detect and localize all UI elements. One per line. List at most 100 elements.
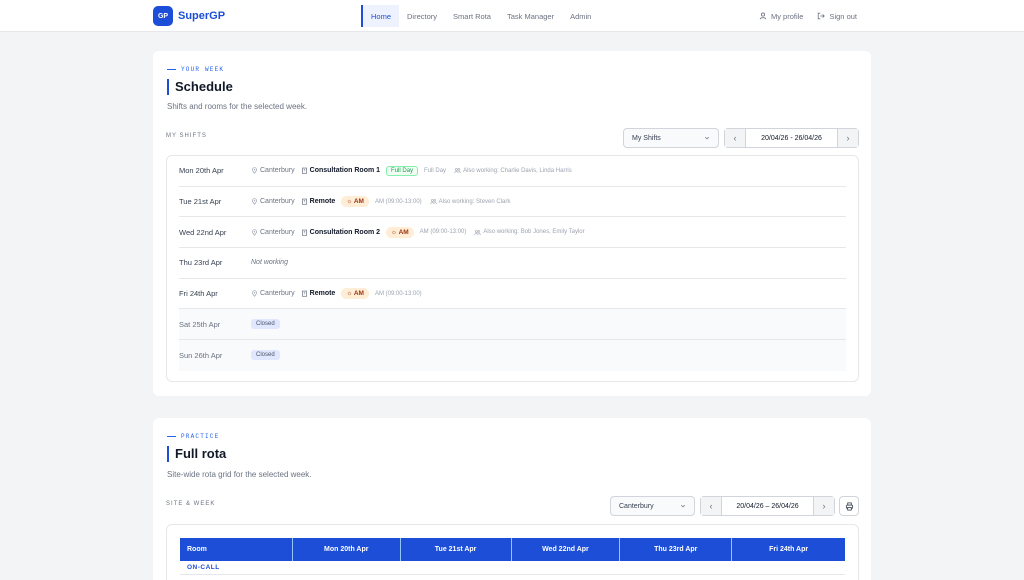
pin-icon — [252, 198, 257, 205]
shift-row: Sat 25th Apr Closed — [179, 309, 846, 341]
rota-header-room: Room — [180, 538, 293, 561]
shift-site: Canterbury — [251, 229, 295, 236]
shifts-list: Mon 20th Apr Canterbury Consultation Roo… — [166, 155, 859, 382]
shift-site-label: Canterbury — [260, 228, 295, 236]
shift-room: Remote — [301, 198, 336, 206]
shift-day: Fri 24th Apr — [179, 289, 218, 299]
shift-day: Sat 25th Apr — [179, 319, 221, 329]
rota-header-day: Tue 21st Apr — [401, 538, 512, 561]
rota-week-label: 20/04/26 – 26/04/26 — [721, 497, 814, 515]
shift-status: Not working — [251, 259, 288, 267]
building-icon — [301, 290, 307, 297]
nav-admin[interactable]: Admin — [562, 5, 599, 27]
shift-filter-select[interactable]: My Shifts — [623, 128, 719, 148]
shift-also-working: Also working: Steven Clark — [430, 198, 511, 205]
nav-home[interactable]: Home — [361, 5, 400, 27]
shift-room-label: Consultation Room 2 — [309, 228, 381, 236]
brand[interactable]: GP SuperGP — [153, 6, 225, 26]
rota-next-week-button[interactable]: › — [814, 497, 834, 515]
shift-day: Thu 23rd Apr — [179, 258, 223, 268]
sun-icon: ☼ — [346, 198, 354, 206]
shift-row: Tue 21st Apr Canterbury Remote ☼ AM AM (… — [179, 187, 846, 218]
schedule-prev-week-button[interactable]: ‹ — [725, 129, 745, 147]
schedule-title: Schedule — [167, 79, 233, 95]
shift-also-working: Also working: Bob Jones, Emily Taylor — [474, 229, 585, 236]
pin-icon — [252, 290, 257, 297]
print-icon — [845, 501, 853, 511]
sun-icon: ☼ — [346, 290, 354, 298]
sign-out-label: Sign out — [829, 11, 857, 21]
nav-directory[interactable]: Directory — [399, 5, 445, 27]
shift-day: Mon 20th Apr — [179, 166, 224, 176]
shift-type-label: AM — [353, 198, 364, 206]
shift-site-label: Canterbury — [260, 198, 295, 206]
shift-type-badge: ☼ AM — [386, 226, 414, 238]
chevron-right-icon: › — [822, 501, 826, 511]
shift-time: AM (09:00-13:00) — [419, 229, 467, 236]
chevron-down-icon — [704, 136, 710, 140]
building-icon — [301, 168, 307, 174]
chevron-right-icon: › — [846, 133, 850, 143]
shift-type-label: AM — [353, 290, 364, 298]
top-nav: GP SuperGP Home Directory Smart Rota Tas… — [0, 0, 1024, 32]
rota-week-picker: ‹ 20/04/26 – 26/04/26 › — [700, 496, 835, 516]
shift-time: Full Day — [424, 167, 447, 174]
user-icon — [759, 12, 767, 20]
shift-room: Consultation Room 1 — [301, 167, 380, 174]
shift-room-label: Remote — [309, 290, 336, 298]
shift-site: Canterbury — [251, 290, 295, 297]
schedule-card: YOUR WEEK Schedule Shifts and rooms for … — [153, 51, 871, 396]
nav-smart-rota[interactable]: Smart Rota — [445, 5, 499, 27]
schedule-next-week-button[interactable]: › — [838, 129, 858, 147]
my-shifts-label: MY SHIFTS — [166, 133, 207, 139]
closed-badge: Closed — [251, 350, 280, 361]
shift-site: Canterbury — [251, 198, 295, 205]
rota-prev-week-button[interactable]: ‹ — [701, 497, 721, 515]
closed-badge: Closed — [251, 319, 280, 330]
shift-filter-value: My Shifts — [632, 134, 661, 142]
shift-type-badge: ☼ AM — [341, 288, 369, 300]
my-profile-label: My profile — [770, 11, 804, 21]
pin-icon — [252, 167, 257, 175]
shift-site: Canterbury — [251, 167, 295, 174]
people-icon — [474, 229, 481, 235]
full-rota-card: PRACTICE Full rota Site-wide rota grid f… — [153, 418, 871, 580]
rota-header-day: Mon 20th Apr — [293, 538, 401, 561]
shift-room-label: Consultation Room 1 — [309, 167, 381, 175]
nav-task-manager[interactable]: Task Manager — [499, 5, 562, 27]
shift-room-label: Remote — [309, 198, 336, 206]
building-icon — [301, 198, 307, 205]
brand-name: SuperGP — [178, 10, 226, 22]
shift-type-label: AM — [398, 228, 409, 236]
shift-also-working-label: Also working: Bob Jones, Emily Taylor — [483, 229, 585, 236]
chevron-left-icon: ‹ — [733, 133, 737, 143]
shift-row: Sun 26th Apr Closed — [179, 340, 846, 371]
chevron-left-icon: ‹ — [709, 501, 713, 511]
shift-row: Thu 23rd Apr Not working — [179, 248, 846, 279]
nav-links: Home Directory Smart Rota Task Manager A… — [361, 5, 599, 27]
rota-eyebrow: PRACTICE — [167, 433, 219, 440]
people-icon — [430, 199, 437, 205]
shift-type-badge: ☼ AM — [341, 196, 369, 208]
my-profile-link[interactable]: My profile — [752, 5, 811, 27]
print-button[interactable] — [839, 496, 859, 516]
shift-row: Mon 20th Apr Canterbury Consultation Roo… — [179, 156, 846, 187]
site-select-value: Canterbury — [619, 502, 654, 510]
shift-day: Sun 26th Apr — [179, 350, 223, 360]
rota-title: Full rota — [167, 446, 226, 462]
chevron-down-icon — [680, 504, 686, 508]
shift-day: Wed 22nd Apr — [179, 227, 227, 237]
site-select[interactable]: Canterbury — [610, 496, 695, 516]
rota-subtitle: Site-wide rota grid for the selected wee… — [167, 470, 312, 479]
schedule-week-picker: ‹ 20/04/26 - 26/04/26 › — [724, 128, 859, 148]
shift-row: Wed 22nd Apr Canterbury Consultation Roo… — [179, 217, 846, 249]
pin-icon — [252, 229, 257, 236]
rota-header-day: Wed 22nd Apr — [512, 538, 621, 561]
rota-header-day: Thu 23rd Apr — [620, 538, 733, 561]
shift-site-label: Canterbury — [260, 167, 295, 175]
shift-site-label: Canterbury — [260, 290, 295, 298]
sign-out-link[interactable]: Sign out — [810, 5, 864, 27]
building-icon — [301, 229, 307, 236]
shift-type-badge: Full Day — [386, 165, 419, 176]
shift-also-working-label: Also working: Steven Clark — [438, 198, 511, 205]
